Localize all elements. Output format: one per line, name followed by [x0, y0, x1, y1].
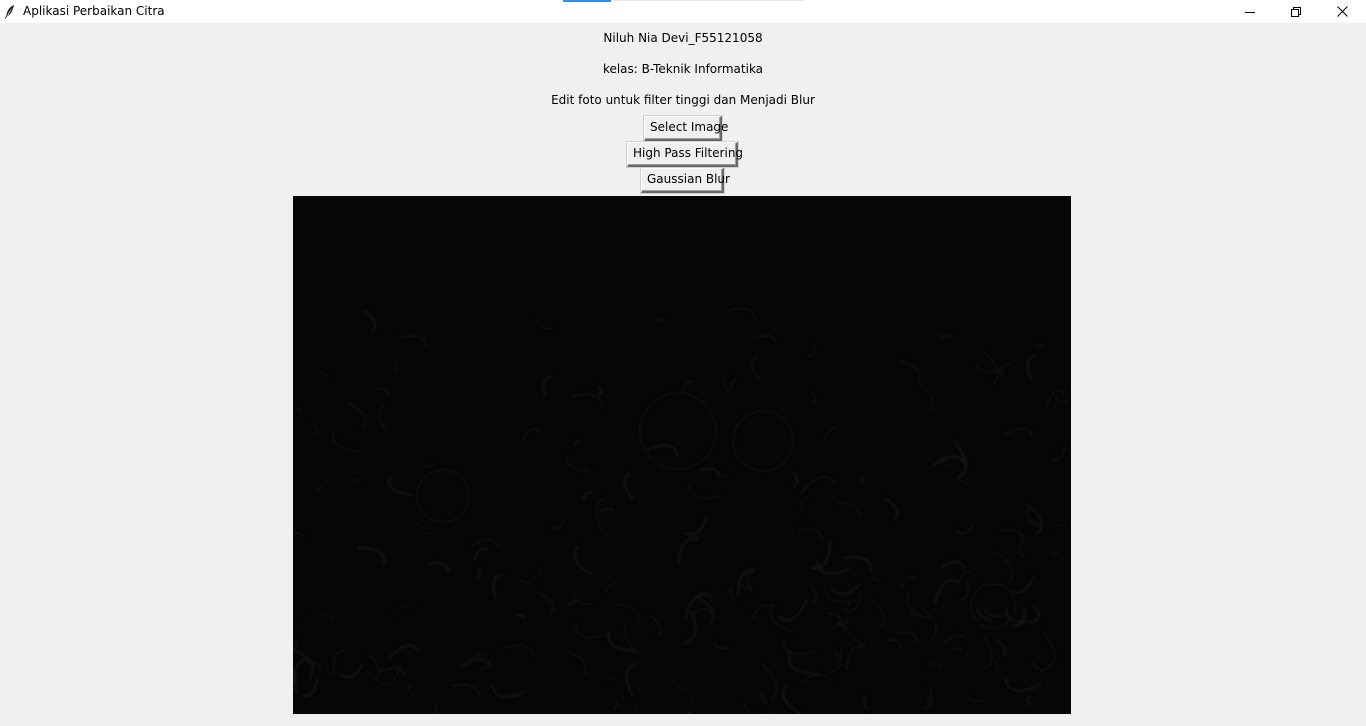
app-window: Aplikasi Perbaikan Citra Niluh Nia Devi_… — [0, 0, 1366, 726]
description-label: Edit foto untuk filter tinggi dan Menjad… — [551, 93, 815, 107]
high-pass-filter-button[interactable]: High Pass Filtering — [627, 142, 743, 167]
minimize-button[interactable] — [1227, 0, 1273, 23]
student-name-label: Niluh Nia Devi_F55121058 — [603, 31, 763, 45]
filtered-image-canvas — [293, 196, 1071, 714]
minimize-icon — [1245, 7, 1255, 17]
class-label: kelas: B-Teknik Informatika — [602, 62, 764, 76]
feather-icon — [4, 4, 16, 19]
select-image-button[interactable]: Select Image — [644, 116, 728, 141]
filtered-image — [293, 196, 1071, 714]
taskbar-accent — [563, 0, 611, 2]
close-icon — [1336, 6, 1348, 17]
restore-icon — [1291, 6, 1301, 17]
close-button[interactable] — [1319, 0, 1365, 23]
window-title: Aplikasi Perbaikan Citra — [23, 4, 165, 18]
taskbar-accent-line — [611, 0, 804, 1]
maximize-button[interactable] — [1273, 0, 1319, 23]
title-bar[interactable]: Aplikasi Perbaikan Citra — [0, 0, 1366, 23]
gaussian-blur-button[interactable]: Gaussian Blur — [641, 168, 730, 193]
